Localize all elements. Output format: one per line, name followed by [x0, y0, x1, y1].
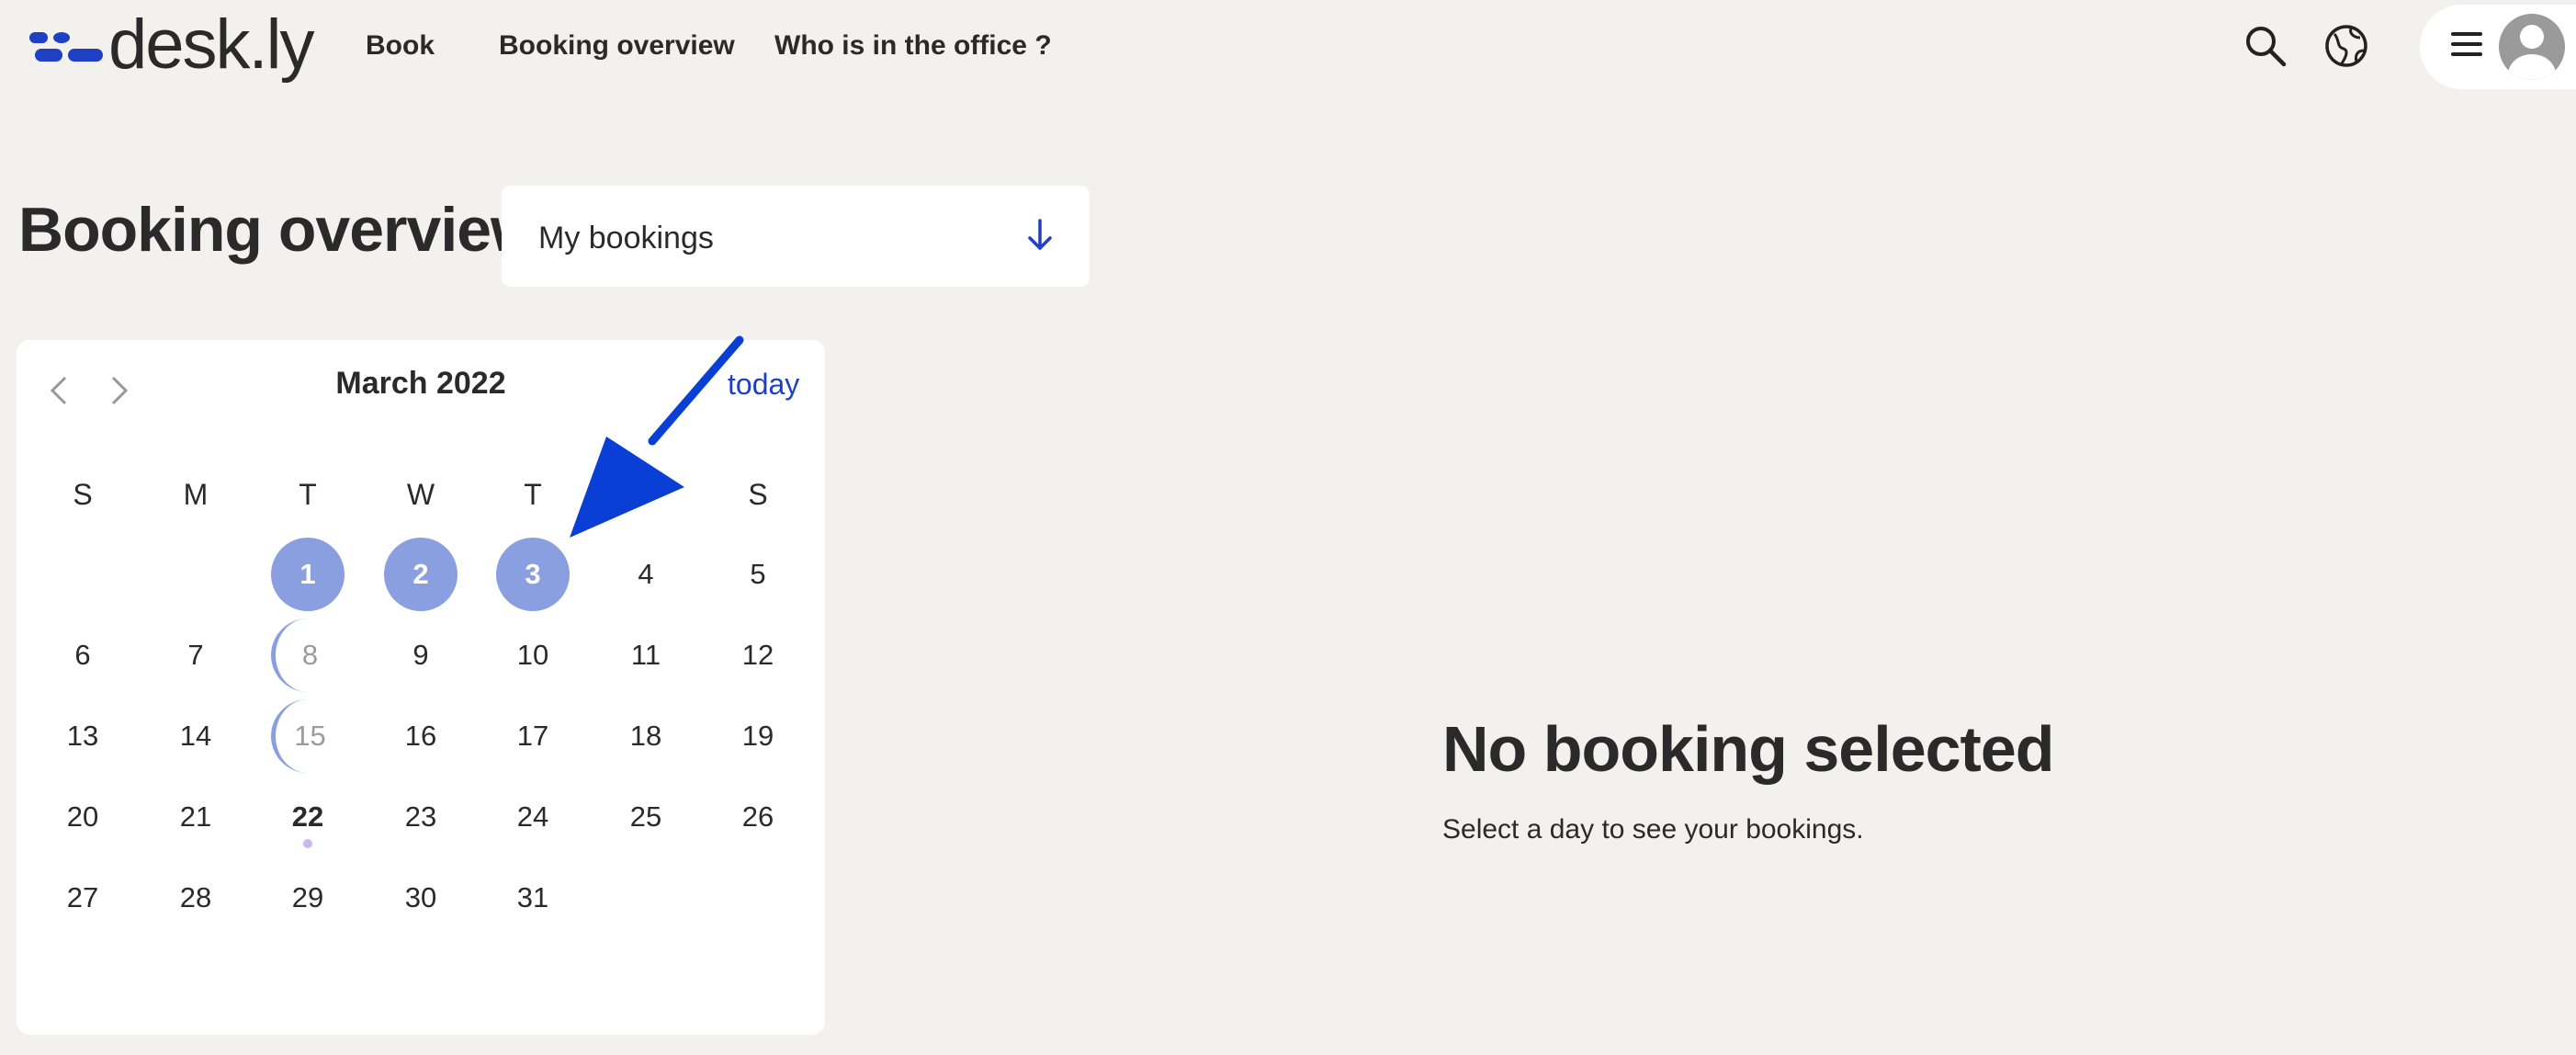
calendar-day[interactable]: 29 [271, 861, 345, 935]
next-month-icon[interactable] [101, 368, 138, 414]
logo-mark-icon [29, 27, 103, 63]
calendar-day[interactable]: 1 [271, 538, 345, 611]
today-button[interactable]: today [728, 368, 799, 402]
calendar-day[interactable]: 23 [384, 780, 458, 854]
calendar-day[interactable]: 26 [721, 780, 795, 854]
weekday-header: M [183, 478, 209, 511]
calendar-day[interactable]: 27 [46, 861, 119, 935]
calendar-day[interactable]: 11 [609, 618, 683, 692]
nav-booking-overview[interactable]: Booking overview [499, 0, 735, 92]
logo-text: desk.ly [108, 6, 315, 84]
weekday-header: T [524, 478, 542, 511]
calendar-day[interactable]: 19 [721, 699, 795, 773]
calendar: March 2022 today S M T W T F S 1 2 3 4 5 6 7 8 9 10 11 12 1… [17, 340, 825, 1035]
empty-state-subtitle: Select a day to see your bookings. [1442, 814, 1864, 845]
calendar-day[interactable]: 13 [46, 699, 119, 773]
calendar-day[interactable]: 28 [159, 861, 232, 935]
calendar-day[interactable]: 4 [609, 538, 683, 611]
calendar-day[interactable]: 14 [159, 699, 232, 773]
calendar-day[interactable]: 16 [384, 699, 458, 773]
calendar-day[interactable]: 6 [46, 618, 119, 692]
search-icon[interactable] [2238, 18, 2293, 74]
calendar-day[interactable]: 7 [159, 618, 232, 692]
logo[interactable]: desk.ly [29, 6, 315, 85]
top-bar: desk.ly Book Booking overview Who is in … [0, 0, 2576, 92]
weekday-header: T [299, 478, 317, 511]
calendar-day[interactable]: 5 [721, 538, 795, 611]
today-indicator-dot [303, 839, 312, 848]
empty-state-title: No booking selected [1442, 713, 2055, 785]
bookings-filter-dropdown[interactable]: My bookings [502, 186, 1090, 287]
nav-who-in-office[interactable]: Who is in the office ? [774, 0, 1052, 92]
calendar-day[interactable]: 8 [271, 618, 345, 692]
dropdown-value: My bookings [538, 221, 714, 255]
arrow-down-icon [1028, 219, 1052, 250]
weekday-header: W [406, 478, 435, 511]
calendar-day[interactable]: 12 [721, 618, 795, 692]
calendar-day[interactable]: 20 [46, 780, 119, 854]
calendar-day[interactable]: 15 [271, 699, 345, 773]
globe-icon[interactable] [2319, 18, 2374, 74]
prev-month-icon[interactable] [40, 368, 77, 414]
weekday-header: S [73, 478, 93, 511]
calendar-day[interactable]: 25 [609, 780, 683, 854]
calendar-day[interactable]: 9 [384, 618, 458, 692]
calendar-day[interactable]: 21 [159, 780, 232, 854]
calendar-day[interactable]: 31 [496, 861, 570, 935]
page-title: Booking overview [18, 195, 539, 265]
calendar-day[interactable]: 30 [384, 861, 458, 935]
calendar-day[interactable]: 24 [496, 780, 570, 854]
menu-icon[interactable] [2451, 32, 2482, 60]
weekday-header: S [748, 478, 768, 511]
calendar-day[interactable]: 18 [609, 699, 683, 773]
calendar-day[interactable]: 2 [384, 538, 458, 611]
calendar-day[interactable]: 3 [496, 538, 570, 611]
user-menu[interactable] [2420, 5, 2576, 89]
calendar-month-title: March 2022 [335, 366, 506, 401]
weekday-header: F [637, 478, 655, 511]
calendar-day[interactable]: 17 [496, 699, 570, 773]
calendar-day[interactable]: 10 [496, 618, 570, 692]
user-avatar-icon[interactable] [2499, 14, 2565, 80]
nav-book[interactable]: Book [366, 0, 435, 92]
